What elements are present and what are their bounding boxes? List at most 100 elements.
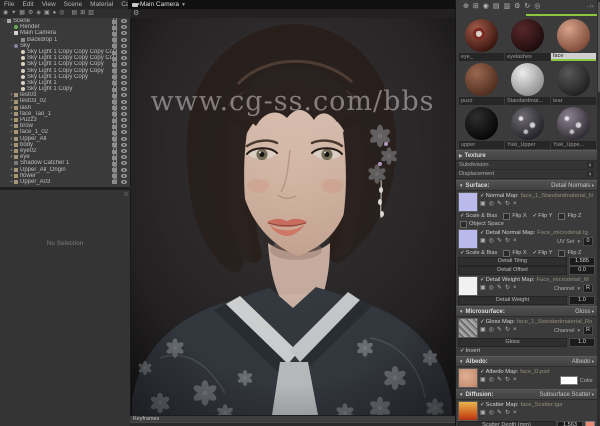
search-icon[interactable]: ◎ <box>489 284 494 293</box>
eye-icon[interactable] <box>121 19 127 24</box>
scatter-map-thumbnail[interactable] <box>458 401 478 421</box>
section-surface[interactable]: ▼ Surface: Detail Normals <box>456 180 597 191</box>
eye-icon[interactable] <box>121 124 127 129</box>
detail-weight-slider[interactable]: Detail Weight 1.0 <box>456 296 597 305</box>
reload-icon[interactable]: ↻ <box>505 409 510 418</box>
new-material-icon[interactable]: ⊕ <box>463 0 469 14</box>
checkbox-checked-icon[interactable]: ✓ <box>480 319 485 325</box>
flag-scale-bias[interactable]: ✓ Scale & Bias <box>460 250 497 256</box>
lock-icon[interactable] <box>112 177 117 185</box>
section-microsurface[interactable]: ▼ Microsurface: Gloss <box>456 306 597 317</box>
edit-icon[interactable]: ✎ <box>497 326 502 335</box>
reload-icon[interactable]: ↻ <box>505 237 510 246</box>
edit-icon[interactable]: ✎ <box>497 409 502 418</box>
eye-icon[interactable] <box>121 167 127 172</box>
displacement-row[interactable]: Displacement <box>456 170 597 179</box>
clear-icon[interactable]: × <box>513 409 517 418</box>
reload-icon[interactable]: ↻ <box>505 284 510 293</box>
search-icon[interactable]: ◎ <box>489 200 494 209</box>
scroll-corner-icon[interactable] <box>124 192 128 196</box>
material-yuki-upper[interactable]: Yuki_Upper <box>505 106 550 149</box>
flag-flip-x[interactable]: Flip X <box>503 212 527 220</box>
scatter-depth-value[interactable]: 1.563 <box>557 421 583 426</box>
stepper-icon[interactable] <box>587 171 594 177</box>
material-standardmat-[interactable]: Standardmat... <box>505 62 550 105</box>
section-diffusion[interactable]: ▼ Diffusion: Subsurface Scatter <box>456 389 597 400</box>
gloss-map-thumbnail[interactable] <box>458 318 478 338</box>
eye-icon[interactable] <box>121 155 127 160</box>
eye-icon[interactable] <box>121 99 127 104</box>
world-icon[interactable]: ◎ <box>59 9 64 18</box>
folder-icon[interactable]: ▤ <box>72 9 78 18</box>
albedo-mode-dropdown[interactable]: Albedo <box>572 359 594 365</box>
browse-icon[interactable]: ▣ <box>480 237 486 246</box>
refresh-icon[interactable]: ↻ <box>524 0 530 14</box>
mesh-icon[interactable]: ◈ <box>36 9 41 18</box>
flag-flip-z[interactable]: Flip Z <box>558 249 581 257</box>
checkbox-checked-icon[interactable]: ✓ <box>480 230 485 236</box>
eye-icon[interactable] <box>121 87 127 92</box>
gloss-slider[interactable]: Gloss 1.0 <box>456 338 597 347</box>
channel-dropdown[interactable]: Channel ▼ R <box>554 284 595 293</box>
subdivision-row[interactable]: Subdivision <box>456 161 597 170</box>
detail-weight-value[interactable]: 1.0 <box>569 296 595 305</box>
eye-icon[interactable] <box>121 118 127 123</box>
eye-icon[interactable] <box>121 31 127 36</box>
checkbox-checked-icon[interactable]: ✓ <box>480 369 485 375</box>
reload-icon[interactable]: ↻ <box>505 200 510 209</box>
thumbnail-size-widget[interactable]: −/+ <box>587 4 594 10</box>
duplicate-icon[interactable]: ⊞ <box>80 9 85 18</box>
flag-scale-bias[interactable]: ✓ Scale & Bias <box>460 213 497 219</box>
clear-icon[interactable]: × <box>513 237 517 246</box>
preview-icon[interactable]: ◎ <box>534 0 540 14</box>
clear-icon[interactable]: × <box>513 284 517 293</box>
tab-main-camera[interactable]: Main Camera ▼ <box>128 0 190 9</box>
camera-tool-icon[interactable]: ▦ <box>19 9 25 18</box>
tree-item-upper-a03[interactable]: + Upper_A03 <box>0 177 130 185</box>
edit-icon[interactable]: ✎ <box>497 237 502 246</box>
menu-scene[interactable]: Scene <box>60 0 86 9</box>
diffusion-mode-dropdown[interactable]: Subsurface Scatter <box>539 392 594 398</box>
checkbox-checked-icon[interactable]: ✓ <box>480 193 485 199</box>
material-yuki-uppe-[interactable]: Yuki_Uppe... <box>551 106 596 149</box>
checkbox-checked-icon[interactable]: ✓ <box>480 277 485 283</box>
scatter-color-swatch[interactable] <box>585 420 595 426</box>
eye-icon[interactable] <box>121 111 127 116</box>
sphere-icon[interactable]: ● <box>53 9 57 18</box>
reload-icon[interactable]: ↻ <box>505 376 510 385</box>
viewport-3d[interactable]: www.cg-ss.com/bbs <box>130 18 455 423</box>
surface-mode-dropdown[interactable]: Detail Normals <box>551 183 594 189</box>
material-tear[interactable]: tear <box>551 62 596 105</box>
eye-icon[interactable] <box>121 74 127 79</box>
search-icon[interactable]: ◎ <box>489 326 494 335</box>
color-swatch[interactable] <box>559 376 578 385</box>
edit-icon[interactable]: ✎ <box>497 284 502 293</box>
eye-icon[interactable] <box>121 37 127 42</box>
reload-icon[interactable]: ↻ <box>505 326 510 335</box>
browse-icon[interactable]: ▣ <box>480 326 486 335</box>
checkbox-checked-icon[interactable]: ✓ <box>480 402 485 408</box>
browse-icon[interactable]: ▣ <box>480 376 486 385</box>
material-sphere-icon[interactable]: ◉ <box>483 0 489 14</box>
browse-icon[interactable]: ▣ <box>480 409 486 418</box>
eye-icon[interactable] <box>121 68 127 73</box>
section-texture[interactable]: ▶ Texture <box>456 150 597 161</box>
section-albedo[interactable]: ▼ Albedo: Albedo <box>456 356 597 367</box>
timeline-bar[interactable]: Keyframes <box>130 415 455 426</box>
search-icon[interactable]: ◎ <box>489 376 494 385</box>
clear-icon[interactable]: × <box>513 376 517 385</box>
eye-icon[interactable] <box>121 62 127 67</box>
menu-material[interactable]: Material <box>86 0 117 9</box>
gear-icon[interactable]: ⚙ <box>514 0 520 14</box>
eye-icon[interactable] <box>121 179 127 184</box>
flag-flip-y[interactable]: ✓ Flip Y <box>533 213 553 219</box>
detail-offset-value[interactable]: 0.0 <box>569 266 595 275</box>
material-eyelashes[interactable]: eyelashes <box>505 18 550 61</box>
material-eye-[interactable]: eye_ <box>459 18 504 61</box>
flag-flip-z[interactable]: Flip Z <box>558 212 581 220</box>
detail-offset-slider[interactable]: Detail Offset 0.0 <box>456 266 597 275</box>
detail-tiling-value[interactable]: 1.585 <box>569 257 595 266</box>
flag-flip-y[interactable]: ✓ Flip Y <box>533 250 553 256</box>
eye-icon[interactable] <box>121 25 127 30</box>
material-sphere-icon[interactable]: ◉ <box>3 9 8 18</box>
